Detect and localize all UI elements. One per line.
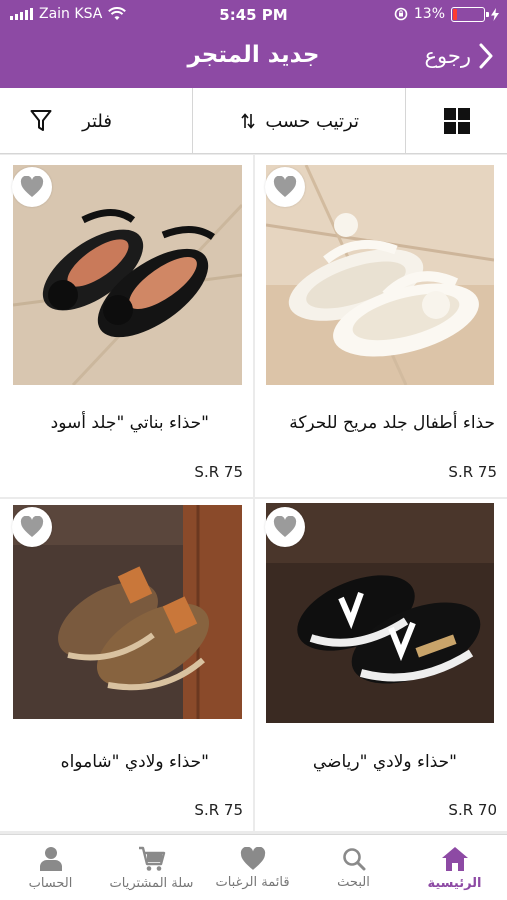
product-card[interactable]: حذاء بناتي "جلد أسود" S.R 75 bbox=[0, 155, 253, 497]
heart-icon bbox=[20, 176, 44, 197]
wishlist-button[interactable] bbox=[12, 507, 52, 547]
search-icon bbox=[342, 847, 365, 870]
tab-home[interactable]: الرئيسية bbox=[404, 835, 505, 900]
nav-bar: جديد المتجر رجوع bbox=[0, 30, 507, 88]
wishlist-button[interactable] bbox=[12, 167, 52, 207]
tab-search-label: البحث bbox=[337, 874, 370, 890]
tab-search[interactable]: البحث bbox=[303, 835, 404, 900]
tab-home-label: الرئيسية bbox=[427, 875, 482, 891]
back-label: رجوع bbox=[424, 44, 471, 68]
grid-view-button[interactable] bbox=[406, 88, 507, 154]
battery-icon bbox=[451, 6, 489, 22]
heart-icon bbox=[20, 516, 44, 537]
grid-icon bbox=[443, 108, 470, 134]
product-name[interactable]: حذاء أطفال جلد مريح للحركة bbox=[289, 413, 495, 433]
tab-wishlist[interactable]: قائمة الرغبات bbox=[202, 835, 303, 900]
sort-arrows-icon bbox=[241, 113, 255, 129]
heart-icon bbox=[240, 846, 265, 870]
app-header: Zain KSA 5:45 PM 13% جديد المتجر رجوع bbox=[0, 0, 507, 88]
heart-icon bbox=[273, 176, 297, 197]
cart-icon bbox=[138, 846, 165, 871]
orientation-lock-icon bbox=[394, 7, 408, 21]
tab-account[interactable]: الحساب bbox=[0, 835, 101, 900]
user-icon bbox=[39, 846, 62, 871]
home-icon bbox=[441, 846, 468, 871]
back-button[interactable]: رجوع bbox=[424, 43, 493, 69]
chevron-right-icon bbox=[479, 43, 493, 69]
wishlist-button[interactable] bbox=[265, 507, 305, 547]
battery-percent: 13% bbox=[413, 6, 445, 22]
bottom-tab-bar: الرئيسية البحث قائمة الرغبات سلة المشتري… bbox=[0, 834, 507, 900]
product-name[interactable]: حذاء بناتي "جلد أسود" bbox=[51, 413, 209, 433]
product-name[interactable]: حذاء ولادي "شامواه" bbox=[61, 752, 209, 772]
charging-bolt-icon bbox=[491, 7, 499, 21]
filter-icon bbox=[30, 110, 52, 131]
product-price: S.R 75 bbox=[448, 463, 497, 481]
heart-icon bbox=[273, 516, 297, 537]
product-card[interactable]: حذاء أطفال جلد مريح للحركة S.R 75 bbox=[255, 155, 507, 497]
product-card[interactable]: حذاء ولادي "شامواه" S.R 75 bbox=[0, 499, 253, 831]
filter-button[interactable]: فلتر bbox=[0, 88, 192, 154]
wishlist-button[interactable] bbox=[265, 167, 305, 207]
sort-label: ترتيب حسب bbox=[265, 110, 359, 132]
tab-cart-label: سلة المشتريات bbox=[109, 875, 194, 891]
tab-wishlist-label: قائمة الرغبات bbox=[215, 874, 290, 890]
sort-button[interactable]: ترتيب حسب bbox=[193, 88, 405, 154]
product-price: S.R 75 bbox=[194, 801, 243, 819]
product-price: S.R 70 bbox=[448, 801, 497, 819]
tab-account-label: الحساب bbox=[28, 875, 73, 891]
filter-label: فلتر bbox=[82, 110, 112, 132]
product-price: S.R 75 bbox=[194, 463, 243, 481]
battery-level-fill bbox=[453, 8, 457, 20]
product-card[interactable]: حذاء ولادي "رياضي" S.R 70 bbox=[255, 499, 507, 831]
toolbar: فلتر ترتيب حسب bbox=[0, 88, 507, 154]
product-name[interactable]: حذاء ولادي "رياضي" bbox=[313, 752, 457, 772]
status-bar: Zain KSA 5:45 PM 13% bbox=[0, 0, 507, 30]
tab-cart[interactable]: سلة المشتريات bbox=[101, 835, 202, 900]
